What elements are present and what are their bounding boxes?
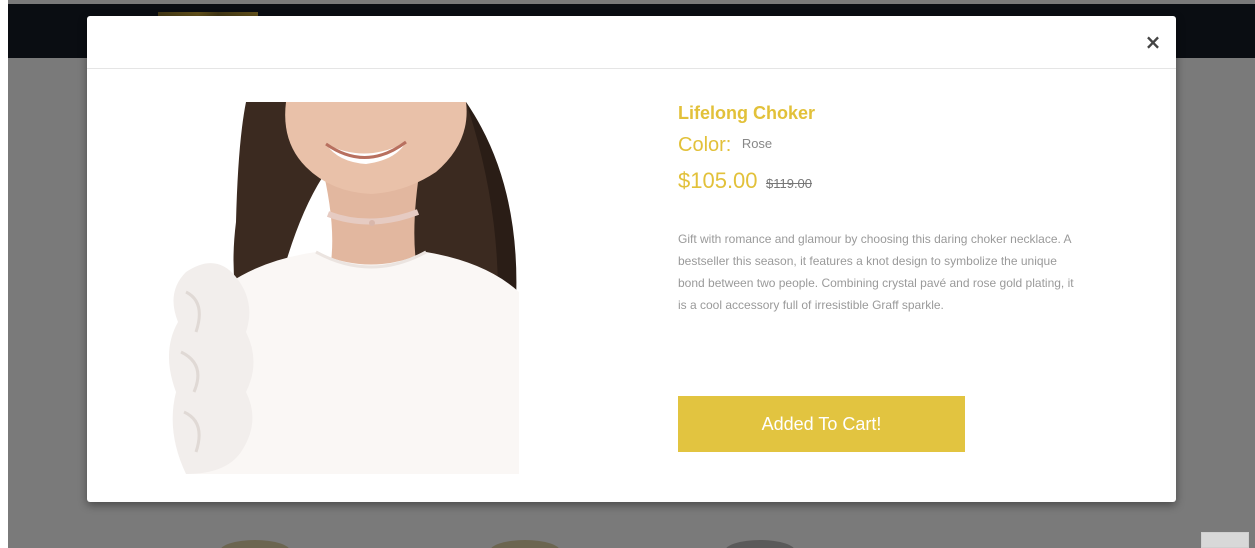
scroll-to-top-button[interactable] <box>1201 532 1249 548</box>
current-price: $105.00 <box>678 168 758 193</box>
background-product-thumb <box>220 540 290 548</box>
close-icon[interactable]: × <box>1144 31 1162 53</box>
quick-view-modal: × Lifelong Choker Color: Rose $105.00 $1… <box>87 16 1176 502</box>
background-product-thumb <box>725 540 795 548</box>
product-name: Lifelong Choker <box>678 103 816 123</box>
price-row: $105.00 $119.00 <box>678 167 1088 198</box>
added-to-cart-button[interactable]: Added To Cart! <box>678 396 965 452</box>
left-edge-strip <box>0 0 8 548</box>
color-row: Color: Rose <box>678 132 1088 159</box>
color-label: Color: <box>678 134 732 156</box>
product-photo-illustration <box>166 102 519 474</box>
background-product-thumb <box>490 540 560 548</box>
product-description: Gift with romance and glamour by choosin… <box>678 232 1074 312</box>
modal-header: × <box>87 16 1176 69</box>
color-value: Rose <box>741 136 773 151</box>
original-price: $119.00 <box>765 176 813 191</box>
product-image <box>166 102 519 474</box>
page: × Lifelong Choker Color: Rose $105.00 $1… <box>0 0 1255 548</box>
product-details: Lifelong Choker Color: Rose $105.00 $119… <box>678 102 1088 316</box>
